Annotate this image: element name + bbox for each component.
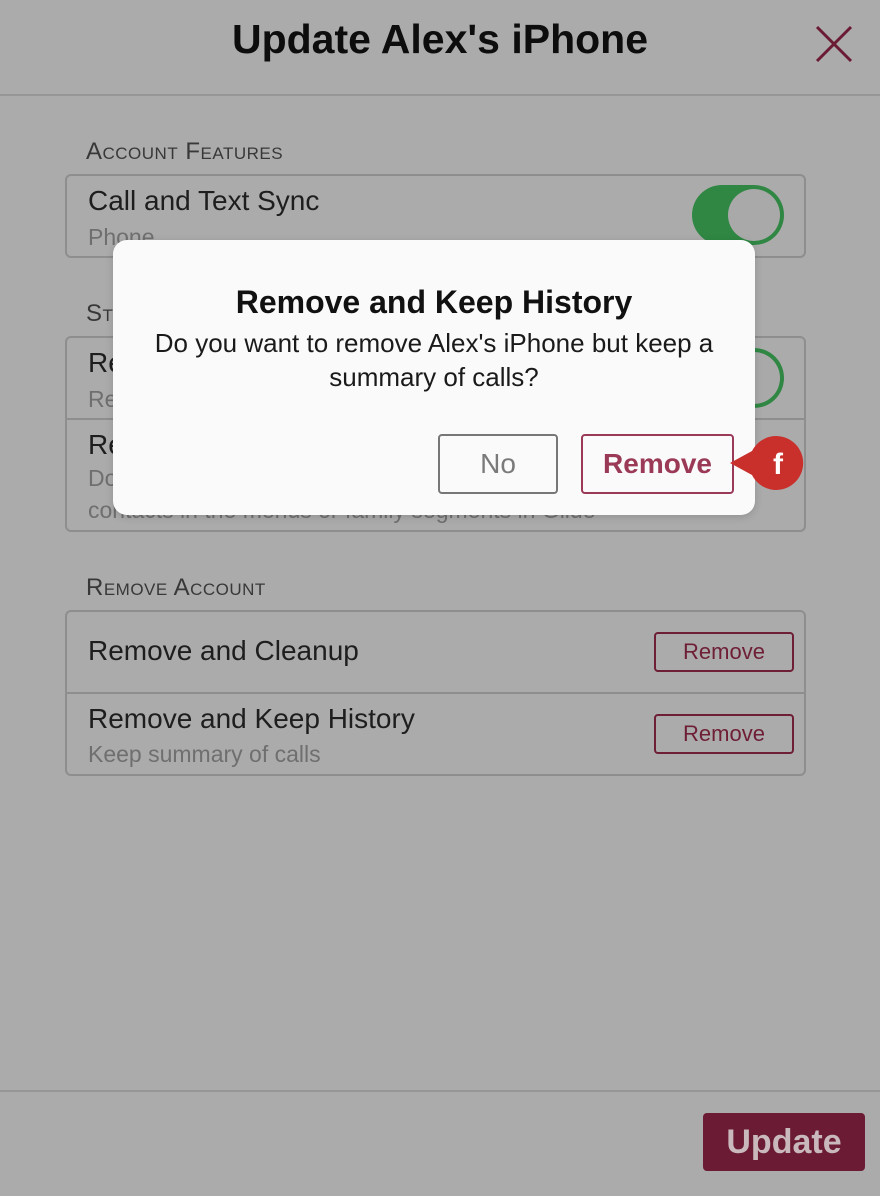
close-icon[interactable] bbox=[812, 22, 856, 66]
row-title: Remove and Keep History bbox=[88, 703, 415, 734]
remove-row-cleanup: Remove and Cleanup Remove bbox=[67, 612, 804, 692]
dialog-remove-button[interactable]: Remove bbox=[581, 434, 734, 494]
update-button[interactable]: Update bbox=[703, 1113, 865, 1171]
page-title: Update Alex's iPhone bbox=[231, 16, 649, 62]
remove-row-keep-history: Remove and Keep History Keep summary of … bbox=[67, 694, 804, 774]
dialog-no-button[interactable]: No bbox=[438, 434, 558, 494]
dialog-title: Remove and Keep History bbox=[235, 284, 633, 320]
row-subtitle: Keep summary of calls bbox=[88, 741, 321, 767]
remove-account-card: Remove and Cleanup Remove Remove and Kee… bbox=[65, 610, 806, 776]
modal-header: Update Alex's iPhone bbox=[0, 0, 880, 96]
call-text-sync-toggle[interactable] bbox=[692, 185, 784, 245]
remove-keep-history-button[interactable]: Remove bbox=[654, 714, 794, 754]
confirm-dialog: Remove and Keep History Do you want to r… bbox=[113, 240, 755, 515]
section-label-second: St bbox=[86, 300, 114, 327]
feature-title: Call and Text Sync bbox=[88, 185, 320, 216]
remove-cleanup-button[interactable]: Remove bbox=[654, 632, 794, 672]
dialog-message: Do you want to remove Alex's iPhone but … bbox=[154, 328, 714, 392]
annotation-marker-icon: f bbox=[730, 436, 804, 490]
section-label-account-features: Account Features bbox=[86, 138, 284, 165]
marker-letter: f bbox=[773, 448, 784, 481]
row-title: Remove and Cleanup bbox=[88, 635, 359, 666]
section-label-remove-account: Remove Account bbox=[86, 574, 266, 601]
